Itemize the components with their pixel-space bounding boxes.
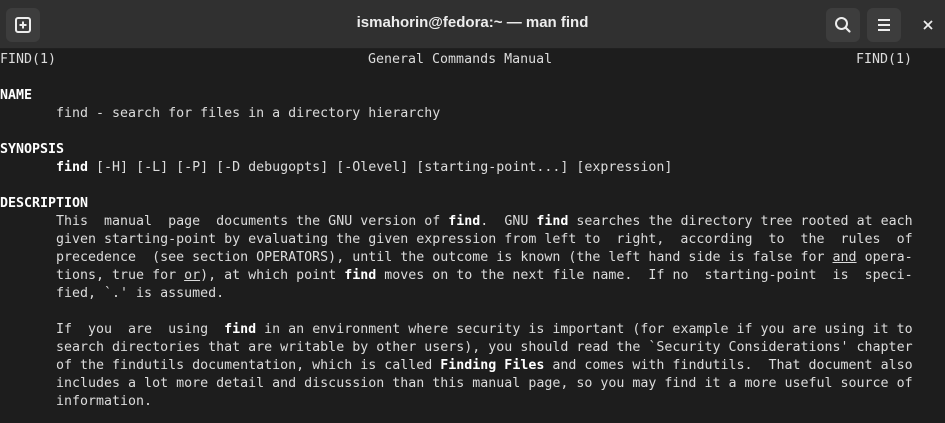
bold-find: find <box>344 268 377 283</box>
description-p1-line3: precedence (see section OPERATORS), unti… <box>56 249 913 267</box>
description-p2-line5: information. <box>56 394 153 409</box>
description-p1-line2: given starting-point by evaluating the g… <box>56 232 913 247</box>
text-run: tions, true for <box>56 268 185 283</box>
text-run: searches the directory tree rooted at ea… <box>568 214 913 229</box>
description-p1-line4: tions, true for or), at which point find… <box>56 267 913 285</box>
section-heading-description: DESCRIPTION <box>0 196 89 211</box>
text-run: in an environment where security is impo… <box>256 322 913 337</box>
synopsis-command: find <box>56 160 89 175</box>
text-run: If you are using <box>56 322 225 337</box>
synopsis-args: [-H] [-L] [-P] [-D debugopts] [-Olevel] … <box>88 160 673 175</box>
description-p1-line1: This manual page documents the GNU versi… <box>56 213 913 231</box>
close-icon <box>923 20 933 30</box>
search-button[interactable] <box>826 8 860 42</box>
close-button[interactable] <box>916 13 940 37</box>
description-p2-line2: search directories that are writable by … <box>56 340 913 355</box>
text-run: of the findutils documentation, which is… <box>56 358 441 373</box>
synopsis-line: find [-H] [-L] [-P] [-D debugopts] [-Ole… <box>56 159 672 177</box>
section-heading-synopsis: SYNOPSIS <box>0 142 65 157</box>
name-text: find - search for files in a directory h… <box>56 106 441 121</box>
hamburger-menu-icon <box>878 19 890 31</box>
man-header-right: FIND(1) <box>856 52 913 67</box>
underlined-and: and <box>832 250 857 265</box>
title-bar: ismahorin@fedora:~ — man find <box>0 0 945 49</box>
text-run: ), at which point <box>200 268 345 283</box>
new-tab-icon <box>15 17 31 33</box>
search-icon <box>835 17 851 33</box>
text-run: and comes with findutils. That document … <box>544 358 913 373</box>
description-p2-line4: includes a lot more detail and discussio… <box>56 376 913 391</box>
description-p2-line3: of the findutils documentation, which is… <box>56 357 913 375</box>
man-header: FIND(1) General Commands Manual FIND(1) <box>0 51 945 69</box>
description-p2-line1: If you are using find in an environment … <box>56 321 913 339</box>
window-title: ismahorin@fedora:~ — man find <box>356 14 589 31</box>
text-run: opera- <box>856 250 913 265</box>
man-header-center: General Commands Manual <box>368 52 553 67</box>
bold-find: find <box>536 214 569 229</box>
new-tab-button[interactable] <box>6 8 40 42</box>
man-header-left: FIND(1) <box>0 52 57 67</box>
text-run: precedence (see section OPERATORS), unti… <box>56 250 833 265</box>
text-run: . GNU <box>480 214 537 229</box>
bold-finding-files: Finding Files <box>440 358 545 373</box>
underlined-or: or <box>184 268 201 283</box>
text-run: This manual page documents the GNU versi… <box>56 214 449 229</box>
main-menu-button[interactable] <box>867 8 901 42</box>
bold-find: find <box>448 214 481 229</box>
terminal-content[interactable]: FIND(1) General Commands Manual FIND(1) … <box>0 49 945 423</box>
description-p1-line5: fied, `.' is assumed. <box>56 286 225 301</box>
text-run: moves on to the next file name. If no st… <box>376 268 913 283</box>
bold-find: find <box>224 322 257 337</box>
terminal-window: ismahorin@fedora:~ — man find FIND(1) Ge… <box>0 0 945 423</box>
section-heading-name: NAME <box>0 88 33 103</box>
